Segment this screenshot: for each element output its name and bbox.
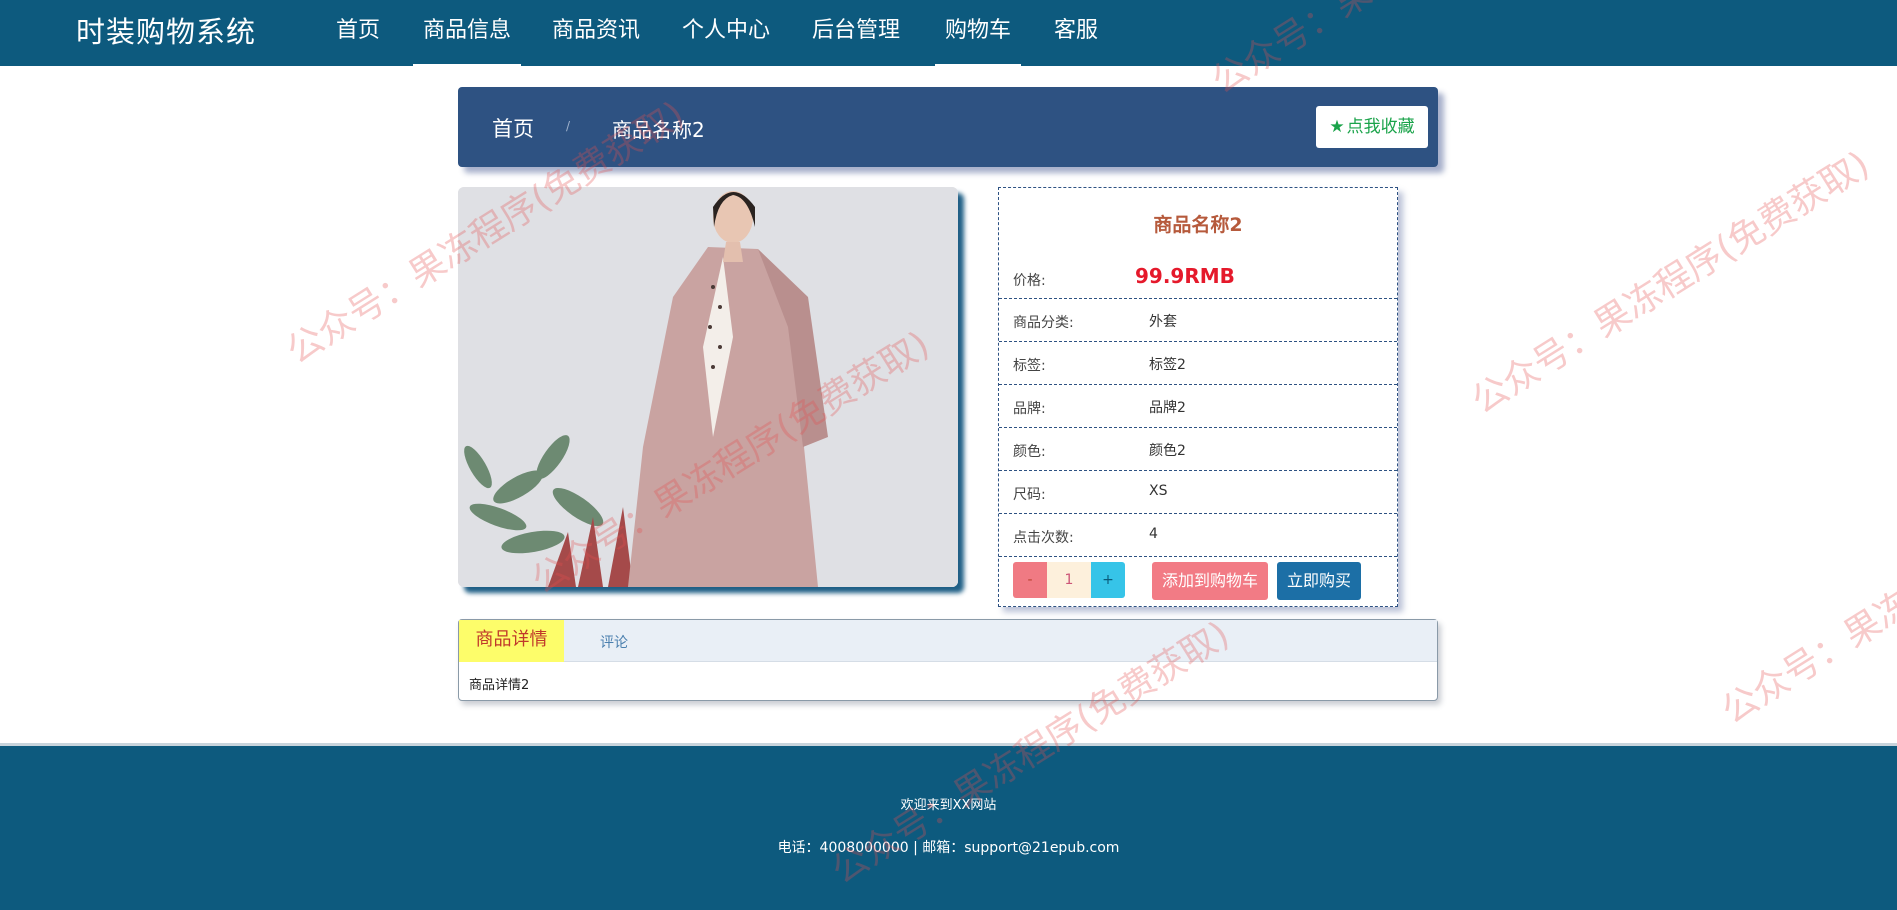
field-label: 商品分类: [1013, 315, 1074, 331]
field-value: 颜色2 [1149, 443, 1186, 459]
field-label: 品牌: [1013, 401, 1046, 417]
breadcrumb-home[interactable]: 首页 [492, 113, 534, 143]
breadcrumb-separator: / [566, 119, 571, 133]
watermark: 公众号：果冻程序(免费获取) [1464, 143, 1877, 423]
tab-detail[interactable]: 商品详情 [459, 620, 564, 662]
field-label: 尺码: [1013, 487, 1046, 503]
field-label: 标签: [1013, 358, 1046, 374]
price-row: 价格: 99.9RMB [999, 260, 1397, 298]
footer-welcome: 欢迎来到XX网站 [900, 798, 997, 813]
nav-item-cart[interactable]: 购物车 [935, 0, 1021, 66]
field-value: 品牌2 [1149, 400, 1186, 416]
tab-header: 商品详情 评论 [459, 620, 1437, 662]
field-row-brand: 品牌: 品牌2 [999, 384, 1397, 427]
field-row-color: 颜色: 颜色2 [999, 427, 1397, 470]
price-value: 99.9RMB [1135, 264, 1235, 288]
product-image [458, 187, 958, 587]
product-tabs: 商品详情 评论 商品详情2 [458, 619, 1438, 701]
field-row-category: 商品分类: 外套 [999, 298, 1397, 341]
watermark: 公众号：果冻程序(免费获取) [1714, 453, 1897, 733]
quantity-decrease-button[interactable]: - [1013, 562, 1047, 598]
tab-review[interactable]: 评论 [600, 632, 628, 652]
top-navbar: 时装购物系统 首页 商品信息 商品资讯 个人中心 后台管理 购物车 客服 [0, 0, 1897, 66]
quantity-input[interactable]: 1 [1047, 562, 1091, 598]
footer-contact: 电话：4008000000 | 邮箱：support@21epub.com [777, 840, 1120, 856]
field-value: 外套 [1149, 314, 1177, 330]
field-label: 点击次数: [1013, 530, 1074, 546]
favorite-label: 点我收藏 [1346, 117, 1415, 137]
nav-item-profile[interactable]: 个人中心 [678, 0, 774, 66]
field-row-clicks: 点击次数: 4 [999, 513, 1397, 556]
breadcrumb-current: 商品名称2 [612, 118, 705, 142]
field-label: 颜色: [1013, 444, 1046, 460]
favorite-button[interactable]: ★ 点我收藏 [1316, 106, 1428, 148]
nav-item-home[interactable]: 首页 [330, 0, 386, 66]
nav-item-products[interactable]: 商品信息 [413, 0, 521, 66]
field-row-size: 尺码: XS [999, 470, 1397, 513]
field-row-tag: 标签: 标签2 [999, 341, 1397, 384]
add-to-cart-button[interactable]: 添加到购物车 [1152, 562, 1268, 600]
tab-content: 商品详情2 [469, 678, 530, 693]
breadcrumb: 首页 / 商品名称2 ★ 点我收藏 [458, 87, 1438, 167]
product-photo-icon [458, 187, 958, 587]
nav-item-news[interactable]: 商品资讯 [548, 0, 644, 66]
nav-item-service[interactable]: 客服 [1050, 0, 1102, 66]
site-brand[interactable]: 时装购物系统 [76, 12, 256, 52]
buy-now-button[interactable]: 立即购买 [1277, 562, 1361, 600]
star-icon: ★ [1329, 117, 1345, 137]
price-label: 价格: [1013, 273, 1046, 289]
footer: 欢迎来到XX网站 电话：4008000000 | 邮箱：support@21ep… [0, 743, 1897, 910]
field-value: 4 [1149, 526, 1158, 542]
product-info-panel: 商品名称2 价格: 99.9RMB 商品分类: 外套 标签: 标签2 品牌: 品… [998, 187, 1398, 607]
divider [999, 556, 1397, 557]
field-value: XS [1149, 483, 1168, 499]
quantity-increase-button[interactable]: + [1091, 562, 1125, 598]
product-title: 商品名称2 [1153, 214, 1243, 236]
nav-item-admin[interactable]: 后台管理 [808, 0, 904, 66]
field-value: 标签2 [1149, 357, 1186, 373]
